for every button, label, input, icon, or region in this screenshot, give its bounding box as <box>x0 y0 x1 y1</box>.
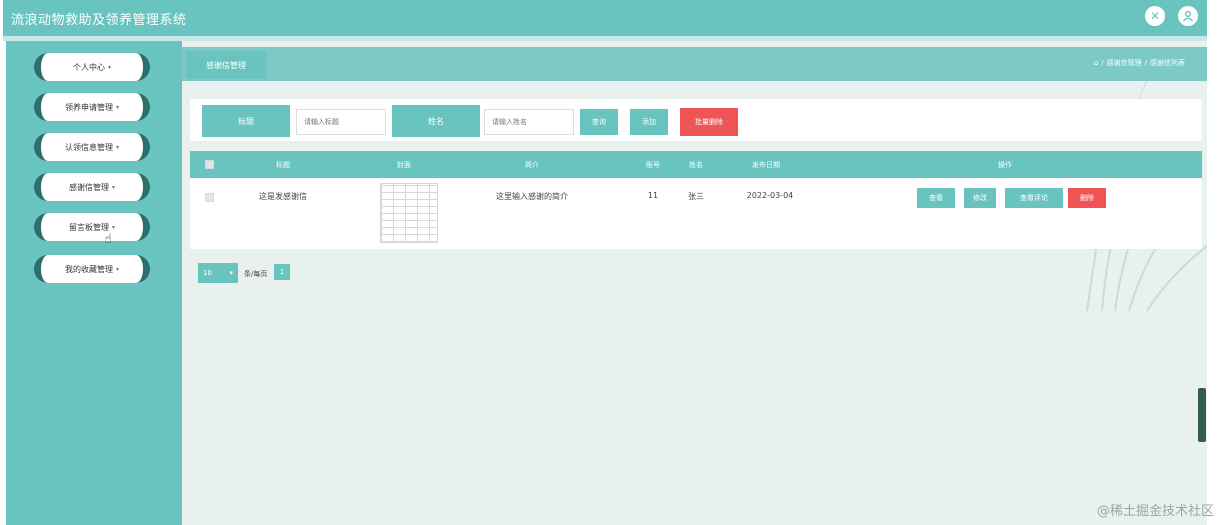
breadcrumb-item-management[interactable]: 感谢信管理 <box>1107 58 1142 68</box>
edit-button[interactable]: 修改 <box>964 188 996 208</box>
main-content: 感谢信管理 ⌂ / 感谢信管理 / 感谢信列表 标题 姓名 查询 添加 批量删除… <box>182 41 1207 525</box>
chevron-down-icon: ▾ <box>111 183 115 191</box>
sidebar: 个人中心 ▾ 领养申请管理 ▾ 认领信息管理 ▾ 感谢信管理 ▾ 留言板管理 ▾ 我的收藏… <box>6 41 182 525</box>
cell-name: 张三 <box>688 192 704 201</box>
sidebar-item-my-favorites[interactable]: 我的收藏管理 ▾ <box>34 255 150 283</box>
breadcrumb-item-list: 感谢信列表 <box>1150 59 1185 67</box>
chevron-down-icon: ▾ <box>115 265 119 273</box>
cell-date: 2022-03-04 <box>746 191 794 200</box>
watermark: @稀土掘金技术社区 <box>1096 504 1214 519</box>
name-label: 姓名 <box>392 105 480 137</box>
cover-image[interactable] <box>380 183 438 243</box>
add-button[interactable]: 添加 <box>630 109 668 135</box>
tab-thank-you-letters[interactable]: 感谢信管理 <box>186 51 266 79</box>
fullscreen-icon[interactable]: ✕ <box>1145 6 1165 26</box>
search-panel: 标题 姓名 查询 添加 批量删除 <box>190 99 1202 141</box>
sidebar-item-thank-you-letters[interactable]: 感谢信管理 ▾ <box>34 173 150 201</box>
chevron-down-icon: ▾ <box>115 143 119 151</box>
chevron-down-icon: ▾ <box>107 63 111 71</box>
scrollbar-thumb[interactable] <box>1198 388 1206 442</box>
page-size-value: 10 <box>203 269 212 277</box>
breadcrumb-separator: / <box>1144 59 1147 67</box>
home-icon[interactable]: ⌂ <box>1094 59 1098 67</box>
sidebar-item-message-board[interactable]: 留言板管理 ▾ <box>34 213 150 241</box>
column-header-title[interactable]: 标题 <box>276 160 290 170</box>
sidebar-item-label: 感谢信管理 <box>68 182 109 192</box>
top-bar: 流浪动物救助及领养管理系统 ✕ <box>3 0 1207 36</box>
chevron-down-icon: ▾ <box>115 103 119 111</box>
cell-title: 这是发感谢信 <box>259 192 307 201</box>
table-header: 标题 封面 简介 账号 姓名 发布日期 操作 <box>190 151 1202 178</box>
page-size-label: 条/每页 <box>244 270 268 278</box>
cell-account: 11 <box>647 191 659 200</box>
mouse-cursor-icon: ☝ <box>104 232 112 247</box>
row-checkbox[interactable] <box>205 193 214 202</box>
sidebar-item-adoption-applications[interactable]: 领养申请管理 ▾ <box>34 93 150 121</box>
breadcrumb-separator: / <box>1101 59 1104 67</box>
column-header-account[interactable]: 账号 <box>646 160 660 170</box>
name-search-input[interactable] <box>484 109 574 135</box>
column-header-intro: 简介 <box>525 161 539 169</box>
sidebar-item-label: 认领信息管理 <box>64 142 113 152</box>
title-search-input[interactable] <box>296 109 386 135</box>
sidebar-item-label: 个人中心 <box>72 62 105 72</box>
data-table: 标题 封面 简介 账号 姓名 发布日期 操作 这是发感谢信 这里输入感谢的简介 … <box>190 151 1202 249</box>
app-title: 流浪动物救助及领养管理系统 <box>11 13 187 28</box>
breadcrumb-bar: 感谢信管理 ⌂ / 感谢信管理 / 感谢信列表 <box>182 47 1207 81</box>
chevron-down-icon: ▾ <box>229 269 233 277</box>
batch-delete-button[interactable]: 批量删除 <box>680 108 738 136</box>
cell-intro: 这里输入感谢的简介 <box>496 192 568 201</box>
page-size-select[interactable]: 10 ▾ <box>198 263 238 283</box>
select-all-checkbox[interactable] <box>205 160 214 169</box>
sidebar-item-claim-info[interactable]: 认领信息管理 ▾ <box>34 133 150 161</box>
view-comments-button[interactable]: 查看评论 <box>1005 188 1063 208</box>
column-header-name[interactable]: 姓名 <box>689 160 703 170</box>
column-header-cover: 封面 <box>397 161 411 169</box>
delete-button[interactable]: 删除 <box>1068 188 1106 208</box>
query-button[interactable]: 查询 <box>580 109 618 135</box>
sidebar-item-personal-center[interactable]: 个人中心 ▾ <box>34 53 150 81</box>
sidebar-item-label: 领养申请管理 <box>64 102 113 112</box>
view-button[interactable]: 查看 <box>917 188 955 208</box>
column-header-date[interactable]: 发布日期 <box>752 160 780 170</box>
user-icon[interactable] <box>1178 6 1198 26</box>
column-header-actions: 操作 <box>998 161 1012 169</box>
sidebar-item-label: 留言板管理 <box>68 222 109 232</box>
chevron-down-icon: ▾ <box>111 223 115 231</box>
breadcrumb: ⌂ / 感谢信管理 / 感谢信列表 <box>1094 58 1185 68</box>
user-icon-glyph <box>1182 10 1194 22</box>
sidebar-item-label: 我的收藏管理 <box>64 264 113 274</box>
title-label: 标题 <box>202 105 290 137</box>
page-number-button[interactable]: 1 <box>274 264 290 280</box>
